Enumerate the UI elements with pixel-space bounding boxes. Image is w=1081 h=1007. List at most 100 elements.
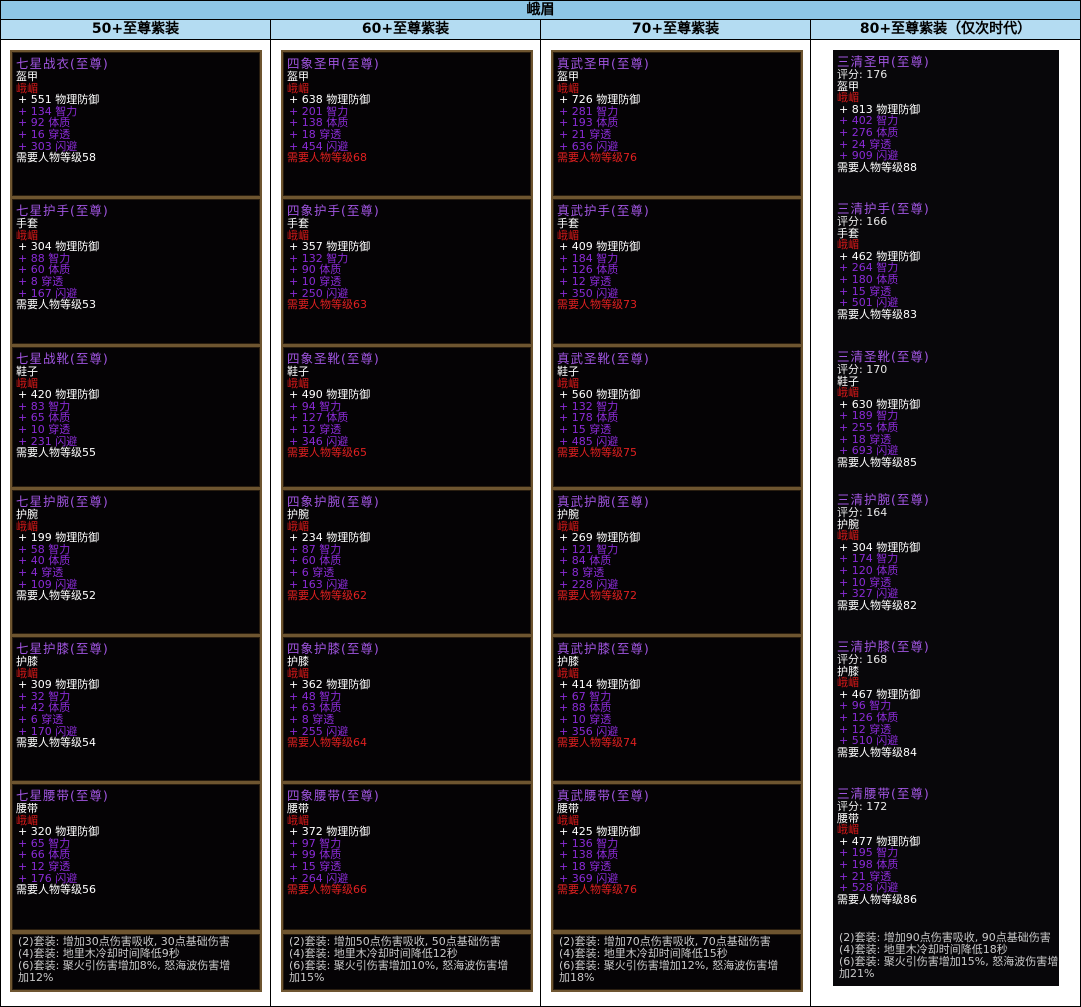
item-tooltip-60-3: 四象圣靴(至尊) 鞋子 峨嵋 + 490 物理防御 + 94 智力 + 127 体质 + 1… [281,345,533,489]
item-requirement: 需要人物等级82 [837,598,917,612]
item-requirement: 需要人物等级62 [287,589,367,603]
item-requirement: 需要人物等级73 [557,298,637,312]
set-bonus-panel-70: (2)套装: 增加70点伤害吸收, 70点基础伤害 (4)套装: 地里木冷却时间降… [551,932,803,992]
item-stat: + 10 穿透 [559,712,612,726]
item-name: 四象护手(至尊) [287,203,380,218]
item-type: 腰带 [16,802,38,815]
item-name: 四象护膝(至尊) [287,641,380,656]
item-requirement: 需要人物等级58 [16,151,96,165]
item-score: 评分: 172 [837,800,888,813]
set-bonus-line: 加12% [18,971,54,984]
item-requirement: 需要人物等级76 [557,883,637,897]
item-type: 护腕 [557,508,579,521]
table-title: 峨眉 [1,1,1080,20]
item-stat: + 693 闪避 [839,444,899,458]
item-name: 七星战衣(至尊) [16,56,109,71]
item-type: 手套 [287,217,309,230]
item-name: 七星护腕(至尊) [16,494,109,509]
item-stat: + 909 闪避 [839,149,899,163]
item-name: 真武圣靴(至尊) [557,351,650,366]
item-type: 腰带 [837,811,859,825]
item-name: 四象腰带(至尊) [287,788,380,803]
item-tooltip-50-3: 七星战靴(至尊) 鞋子 峨嵋 + 420 物理防御 + 83 智力 + 65 体质 + 10… [10,345,262,489]
item-stat: + 18 穿透 [559,859,612,873]
item-stat: + 255 体质 [839,420,899,434]
item-score: 评分: 168 [837,653,888,666]
item-name: 三清护手(至尊) [837,201,930,216]
item-tooltip-70-6: 真武腰带(至尊) 腰带 峨嵋 + 425 物理防御 + 136 智力 + 138 体质 + … [551,782,803,932]
item-score: 评分: 170 [837,363,888,376]
item-tooltip-80-6: 三清腰带(至尊) 评分: 172 腰带 峨嵋 + 477 物理防御 + 195 智力 + 1… [833,782,1059,932]
item-tooltip-70-3: 真武圣靴(至尊) 鞋子 峨嵋 + 560 物理防御 + 132 智力 + 178 体质 + … [551,345,803,489]
item-tooltip-80-1: 三清圣甲(至尊) 评分: 176 盔甲 峨嵋 + 813 物理防御 + 402 智力 + 2… [833,50,1059,198]
item-name: 三清护膝(至尊) [837,639,930,654]
item-name: 真武护腕(至尊) [557,494,650,509]
item-stat: + 12 穿透 [559,274,612,288]
item-requirement: 需要人物等级55 [16,446,96,460]
set-bonus-line: 加18% [559,971,595,984]
item-requirement: 需要人物等级72 [557,589,637,603]
item-stat: + 18 穿透 [289,127,342,141]
item-requirement: 需要人物等级84 [837,745,917,759]
item-stat: + 501 闪避 [839,296,899,310]
item-type: 腰带 [287,802,309,815]
item-requirement: 需要人物等级83 [837,307,917,321]
item-type: 腰带 [557,802,579,815]
set-bonus-line: 加21% [839,967,875,980]
item-stat: + 12 穿透 [289,422,342,436]
item-stat: + 12 穿透 [18,859,71,873]
item-tooltip-80-2: 三清护手(至尊) 评分: 166 手套 峨嵋 + 462 物理防御 + 264 智力 + 1… [833,197,1059,346]
item-requirement: 需要人物等级68 [287,151,367,165]
set-bonus-panel-80: (2)套装: 增加90点伤害吸收, 90点基础伤害 (4)套装: 地里木冷却时间降… [833,930,1059,986]
item-stat: + 16 穿透 [18,127,71,141]
item-score: 评分: 166 [837,215,888,228]
item-stat: + 10 穿透 [289,274,342,288]
item-tooltip-80-5: 三清护膝(至尊) 评分: 168 护膝 峨嵋 + 467 物理防御 + 96 智力 + 12… [833,635,1059,783]
item-stat: + 180 体质 [839,272,899,286]
item-stat: + 198 体质 [839,857,899,871]
item-tooltip-60-2: 四象护手(至尊) 手套 峨嵋 + 357 物理防御 + 132 智力 + 90 体质 + 1… [281,197,533,346]
item-type: 护膝 [16,655,38,668]
item-tooltip-60-1: 四象圣甲(至尊) 盔甲 峨嵋 + 638 物理防御 + 201 智力 + 138 体质 + … [281,50,533,198]
item-type: 手套 [16,217,38,230]
item-type: 护腕 [837,517,859,531]
item-name: 真武护膝(至尊) [557,641,650,656]
item-type: 盔甲 [287,70,309,83]
set-bonus-panel-50: (2)套装: 增加30点伤害吸收, 30点基础伤害 (4)套装: 地里木冷却时间降… [10,932,262,992]
item-type: 护膝 [287,655,309,668]
item-tooltip-70-2: 真武护手(至尊) 手套 峨嵋 + 409 物理防御 + 184 智力 + 126 体质 + … [551,197,803,346]
item-requirement: 需要人物等级76 [557,151,637,165]
item-name: 七星腰带(至尊) [16,788,109,803]
item-type: 护膝 [557,655,579,668]
item-stat: + 10 穿透 [18,422,71,436]
item-tooltip-50-1: 七星战衣(至尊) 盔甲 峨嵋 + 551 物理防御 + 134 智力 + 92 体质 + 1… [10,50,262,198]
item-stat: + 15 穿透 [289,859,342,873]
item-stat: + 120 体质 [839,563,899,577]
column-header-80: 80+至尊紫装（仅次时代） [859,21,1032,37]
item-tooltip-50-6: 七星腰带(至尊) 腰带 峨嵋 + 320 物理防御 + 65 智力 + 66 体质 + 12… [10,782,262,932]
item-stat: + 21 穿透 [559,127,612,141]
item-requirement: 需要人物等级85 [837,455,917,469]
item-stat: + 8 穿透 [18,274,64,288]
item-requirement: 需要人物等级56 [16,883,96,897]
item-tooltip-80-4: 三清护腕(至尊) 评分: 164 护腕 峨嵋 + 304 物理防御 + 174 智力 + 1… [833,488,1059,636]
item-tooltip-60-4: 四象护腕(至尊) 护腕 峨嵋 + 234 物理防御 + 87 智力 + 60 体质 + 6 … [281,488,533,636]
item-name: 真武圣甲(至尊) [557,56,650,71]
item-type: 盔甲 [557,70,579,83]
set-bonus-line: 加15% [289,971,325,984]
item-name: 三清腰带(至尊) [837,786,930,801]
item-type: 鞋子 [837,374,859,388]
item-tooltip-70-4: 真武护腕(至尊) 护腕 峨嵋 + 269 物理防御 + 121 智力 + 84 体质 + 8… [551,488,803,636]
item-stat: + 510 闪避 [839,734,899,748]
item-stat: + 126 体质 [839,710,899,724]
column-header-60: 60+至尊紫装 [271,20,541,39]
item-type: 鞋子 [16,365,38,378]
item-name: 七星护手(至尊) [16,203,109,218]
column-header-70: 70+至尊紫装 [541,20,811,39]
item-type: 手套 [557,217,579,230]
item-stat: + 276 体质 [839,125,899,139]
item-requirement: 需要人物等级54 [16,736,96,750]
item-type: 盔甲 [837,79,859,93]
item-tooltip-70-5: 真武护膝(至尊) 护膝 峨嵋 + 414 物理防御 + 67 智力 + 88 体质 + 10… [551,635,803,783]
item-tooltip-50-5: 七星护膝(至尊) 护膝 峨嵋 + 309 物理防御 + 32 智力 + 42 体质 + 6 … [10,635,262,783]
